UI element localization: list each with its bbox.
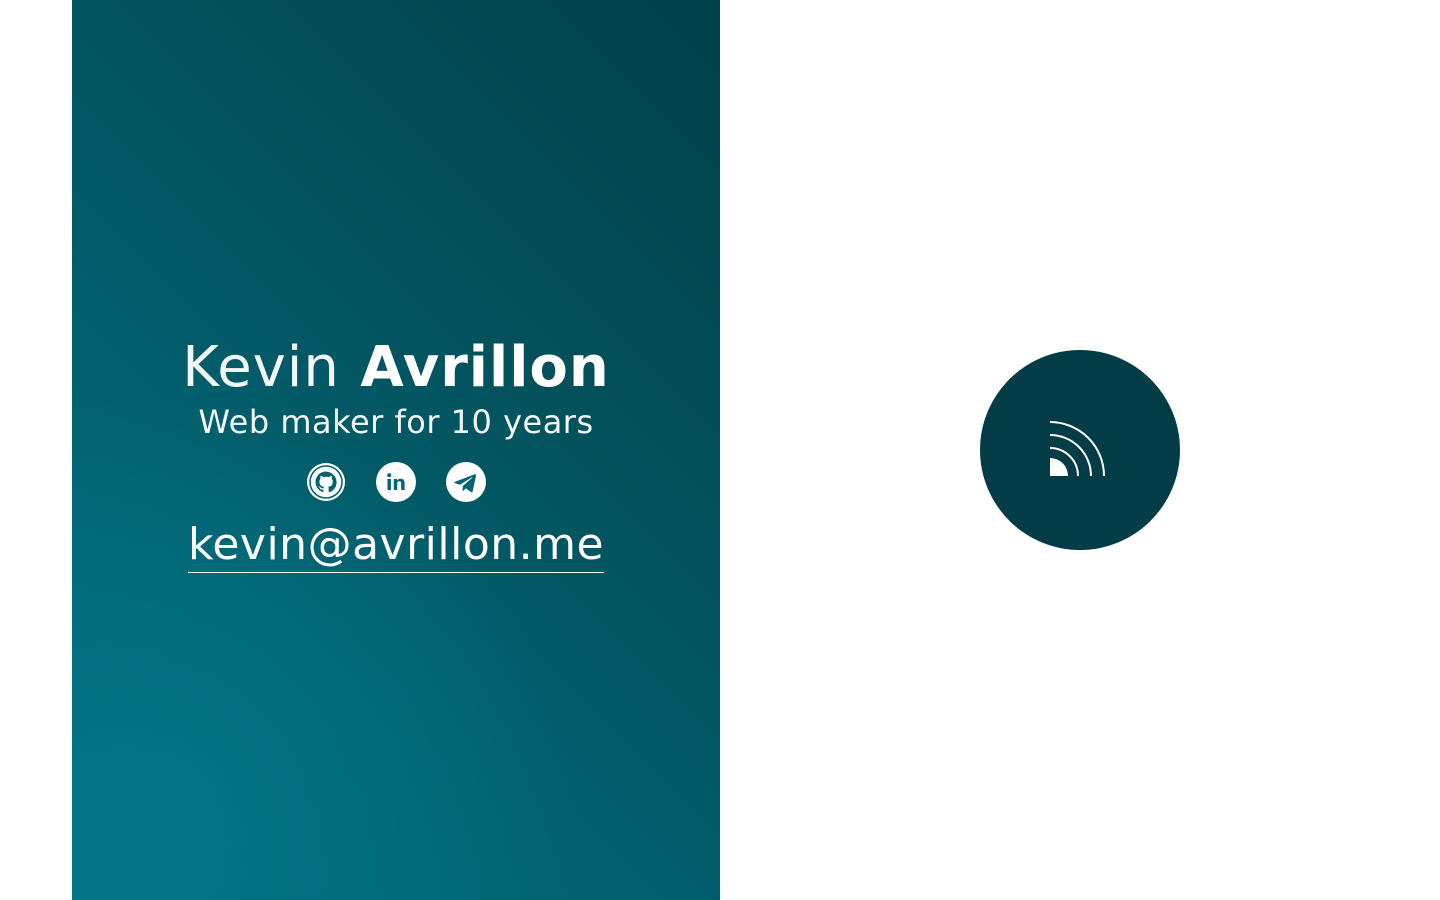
- profile-name: Kevin Avrillon: [182, 334, 610, 400]
- github-icon: [307, 462, 345, 501]
- github-link[interactable]: [306, 462, 346, 502]
- social-links: [306, 461, 486, 502]
- rss-icon: [1049, 421, 1105, 477]
- page: Kevin Avrillon Web maker for 10 years ke…: [0, 0, 1440, 900]
- linkedin-icon: [376, 461, 416, 502]
- tagline: Web maker for 10 years: [198, 402, 594, 441]
- identity-block: Kevin Avrillon Web maker for 10 years ke…: [182, 334, 610, 573]
- telegram-link[interactable]: [446, 461, 486, 502]
- telegram-icon: [446, 461, 486, 502]
- first-name: Kevin: [182, 334, 340, 400]
- email-link[interactable]: kevin@avrillon.me: [187, 519, 605, 573]
- linkedin-link[interactable]: [376, 461, 416, 502]
- rss-feed-button[interactable]: [980, 350, 1180, 550]
- profile-panel: Kevin Avrillon Web maker for 10 years ke…: [72, 0, 720, 900]
- last-name: Avrillon: [360, 334, 610, 400]
